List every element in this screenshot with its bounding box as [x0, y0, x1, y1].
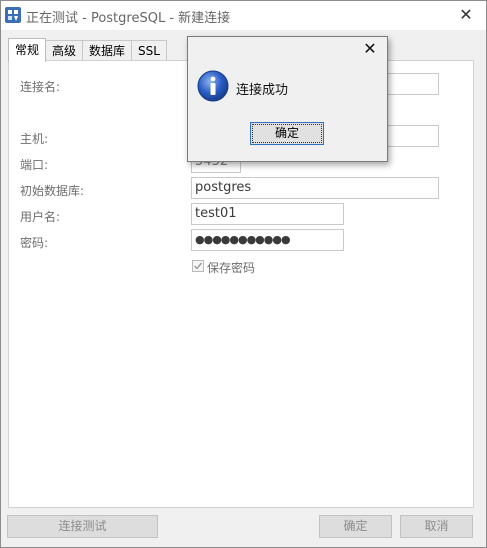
app-icon [5, 7, 21, 23]
username-label: 用户名: [20, 210, 61, 224]
username-input[interactable]: test01 [191, 203, 344, 225]
tab-advanced[interactable]: 高级 [45, 40, 84, 61]
dialog-close-button[interactable]: ✕ [361, 39, 379, 59]
test-connection-button[interactable]: 连接测试 [7, 515, 158, 538]
password-input[interactable]: ●●●●●●●●●●● [191, 229, 344, 251]
tab-ssl[interactable]: SSL [131, 40, 167, 61]
save-password-checkbox[interactable] [192, 260, 204, 272]
port-label: 端口: [20, 158, 49, 172]
dialog-ok-label: 确定 [274, 126, 299, 140]
initial-database-input[interactable]: postgres [191, 177, 439, 199]
checkmark-icon [194, 262, 203, 270]
tab-databases[interactable]: 数据库 [82, 40, 133, 61]
save-password-label: 保存密码 [207, 261, 256, 275]
connection-name-label: 连接名: [20, 80, 61, 94]
dialog-ok-button[interactable]: 确定 [250, 122, 324, 145]
title-bar: 正在测试 - PostgreSQL - 新建连接 ✕ [1, 1, 486, 30]
ok-button[interactable]: 确定 [319, 515, 392, 538]
tab-general[interactable]: 常规 [8, 38, 47, 62]
info-icon [197, 70, 229, 102]
cancel-button[interactable]: 取消 [400, 515, 473, 538]
password-label: 密码: [20, 236, 49, 250]
window-close-button[interactable]: ✕ [456, 5, 476, 25]
connection-success-dialog: ✕ 连接成功 确定 [187, 36, 388, 162]
window-title: 正在测试 - PostgreSQL - 新建连接 [26, 11, 231, 26]
initial-database-label: 初始数据库: [20, 184, 85, 198]
tab-strip: 常规 高级 数据库 SSL [8, 38, 167, 62]
dialog-message: 连接成功 [236, 83, 289, 98]
host-label: 主机: [20, 132, 49, 146]
